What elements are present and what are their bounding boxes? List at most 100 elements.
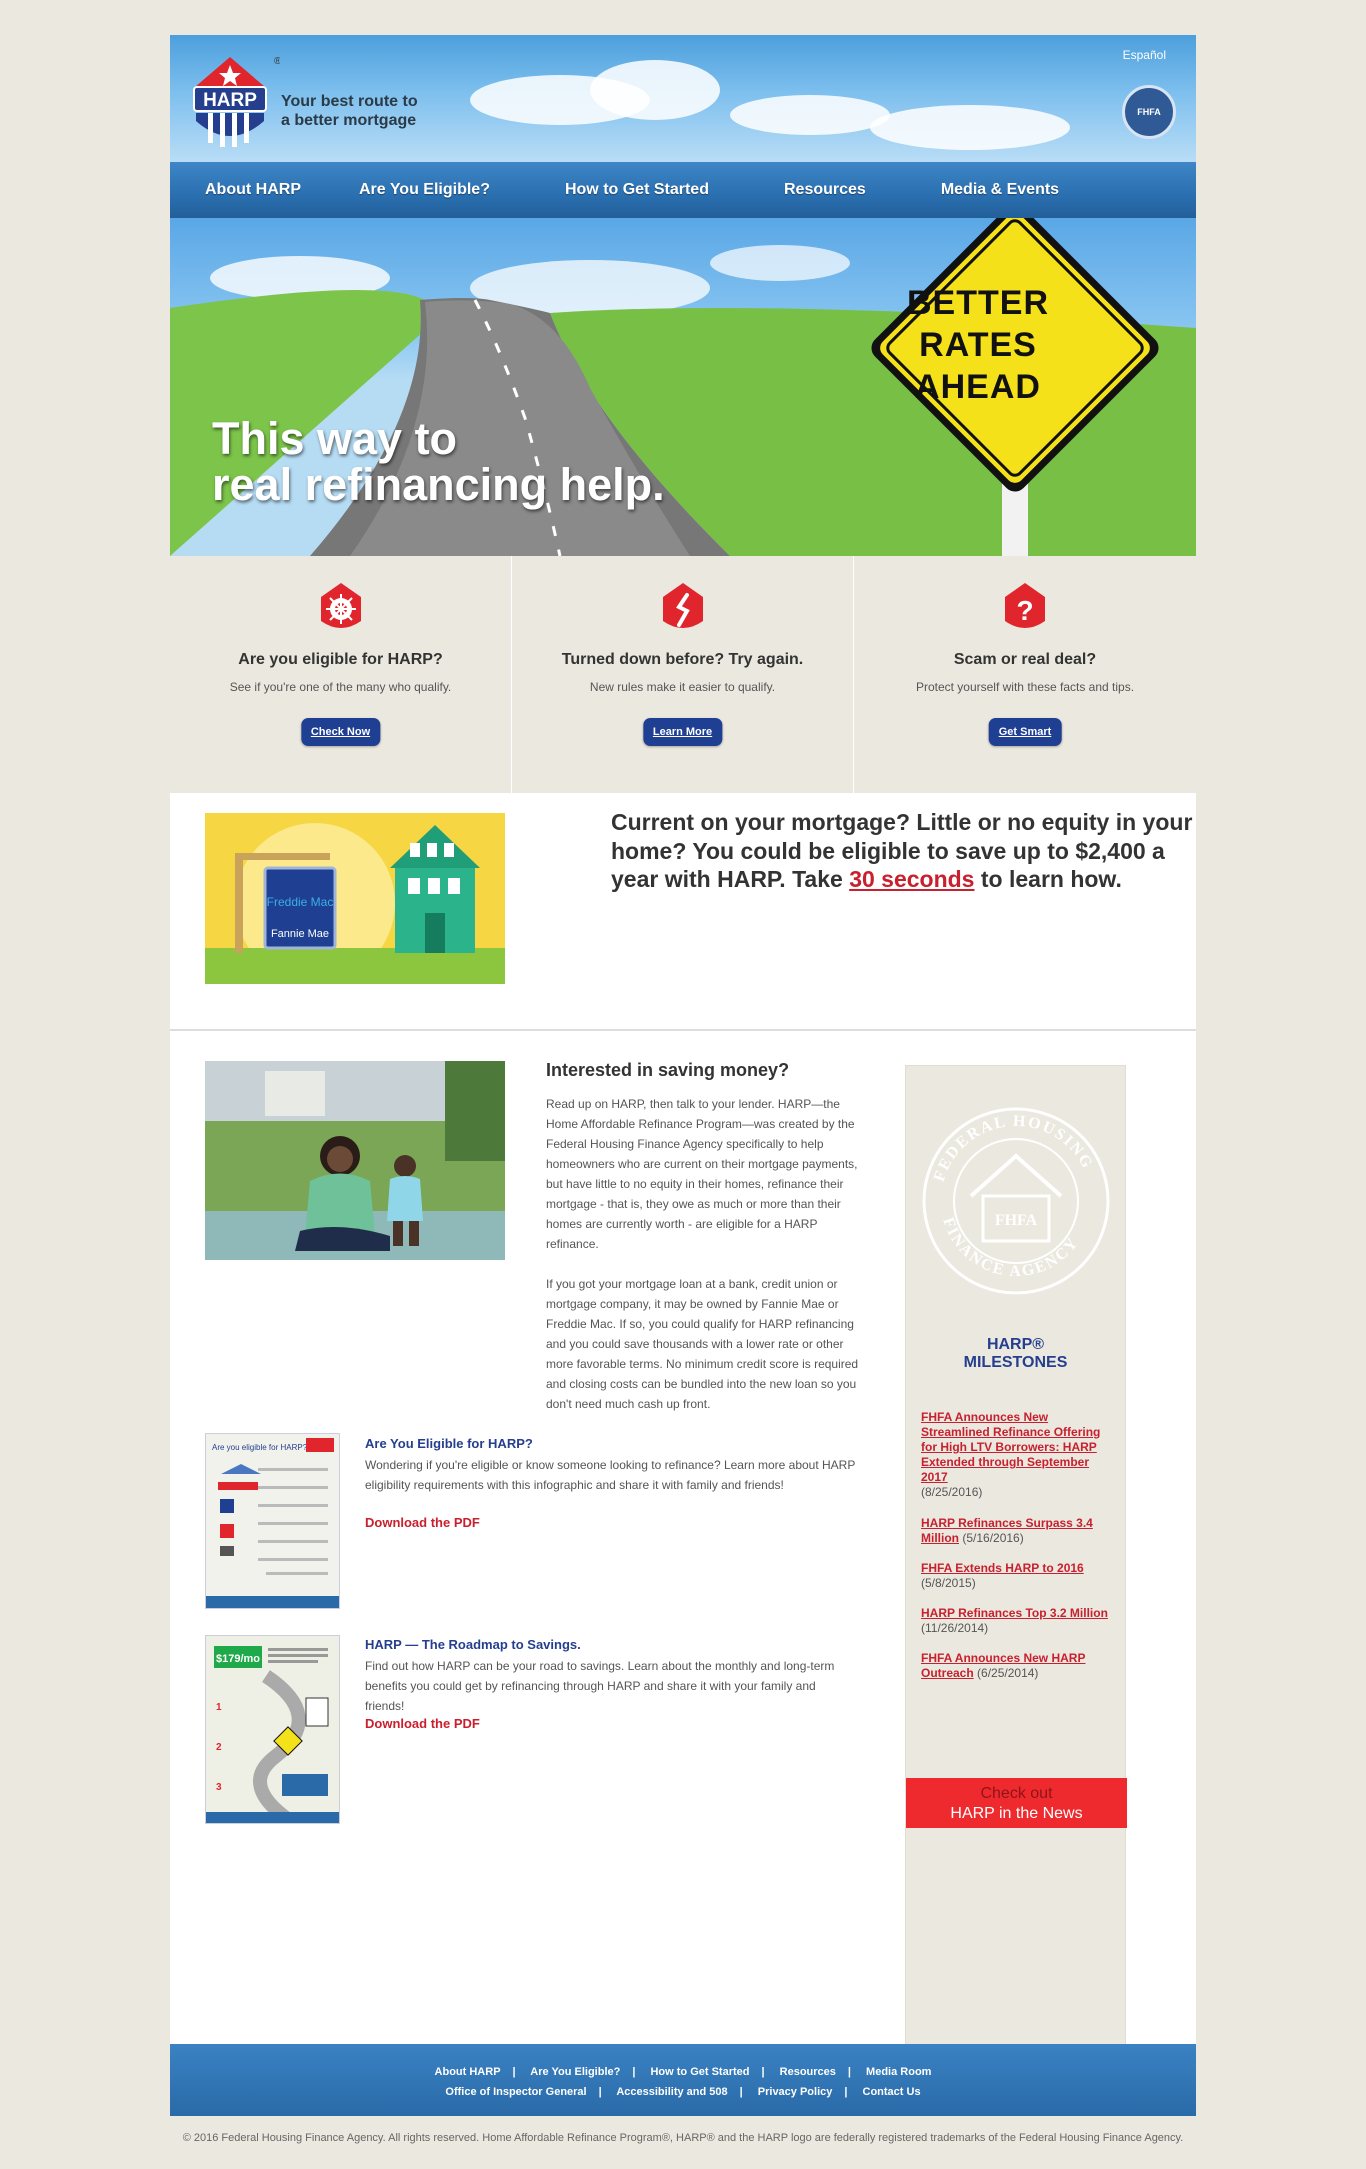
hero-headline: This way to real refinancing help. (212, 416, 665, 508)
feature-scam: ? Scam or real deal? Protect yourself wi… (854, 556, 1196, 793)
sign-line2: RATES (919, 326, 1037, 364)
feature-turned-down: Turned down before? Try again. New rules… (512, 556, 854, 793)
promo-text-after: to learn how. (974, 866, 1122, 892)
milestones-title-line1: HARP® (986, 1336, 1045, 1353)
footer-link-contact-us[interactable]: Contact Us (863, 2086, 921, 2098)
main-paragraph-1: Read up on HARP, then talk to your lende… (546, 1097, 858, 1251)
main-nav: About HARP Are You Eligible? How to Get … (170, 162, 1196, 218)
milestone-link[interactable]: FHFA Extends HARP to 2016 (921, 1561, 1084, 1575)
nav-media-events[interactable]: Media & Events (941, 181, 1059, 199)
learn-more-button[interactable]: Learn More (642, 718, 723, 746)
dollar-icon (662, 583, 703, 628)
site-header: HARP ® Your best route to a better mortg… (170, 35, 1196, 162)
tagline-line1: Your best route to (281, 93, 418, 110)
svg-text:2: 2 (216, 1742, 222, 1753)
roadmap-infographic-thumbnail[interactable]: $179/mo 1 2 3 (205, 1635, 340, 1824)
milestones-title: HARP® MILESTONES (906, 1336, 1125, 1372)
footer-link-are-you-eligible[interactable]: Are You Eligible? (530, 2066, 620, 2078)
mother-baby-photo (205, 1061, 505, 1260)
news-button-line2: HARP in the News (950, 1805, 1083, 1822)
logo-text: HARP (203, 90, 257, 111)
milestone-item: FHFA Extends HARP to 2016 (5/8/2015) (921, 1561, 1116, 1591)
milestone-date: (5/8/2015) (921, 1576, 976, 1590)
footer-link-privacy-policy[interactable]: Privacy Policy (758, 2086, 833, 2098)
main-paragraph-2: If you got your mortgage loan at a bank,… (546, 1277, 859, 1411)
eligibility-doc-description: Wondering if you're eligible or know som… (365, 1458, 856, 1492)
milestone-item: HARP Refinances Top 3.2 Million (11/26/2… (921, 1606, 1116, 1636)
feature-description: New rules make it easier to qualify. (589, 680, 776, 694)
footer-row-2: Office of Inspector General | Accessibili… (445, 2086, 921, 2098)
feature-description: Protect yourself with these facts and ti… (915, 680, 1135, 694)
question-icon: ? (1005, 583, 1045, 628)
thirty-seconds-link[interactable]: 30 seconds (849, 866, 974, 892)
milestone-date: (6/25/2014) (977, 1666, 1039, 1680)
feature-title: Scam or real deal? (953, 651, 1097, 668)
svg-text:1: 1 (216, 1702, 222, 1713)
hero-banner[interactable]: BETTER RATES AHEAD This way to real refi… (170, 218, 1196, 556)
footer-link-resources[interactable]: Resources (780, 2066, 836, 2078)
nav-are-you-eligible[interactable]: Are You Eligible? (359, 181, 490, 199)
footer-link-about-harp[interactable]: About HARP (435, 2066, 501, 2078)
promo-text: Current on your mortgage? Little or no e… (611, 808, 1196, 894)
promo-house-illustration[interactable]: Freddie Mac Fannie Mae (205, 813, 505, 984)
fhfa-seal-icon: FHFA FEDERAL HOUSING FINANCE AGENCY (922, 1107, 1110, 1295)
header-tagline: Your best route to a better mortgage (281, 92, 418, 130)
eligibility-doc-title[interactable]: Are You Eligible for HARP? (365, 1436, 533, 1451)
milestone-date: (11/26/2014) (921, 1621, 989, 1635)
feature-title: Are you eligible for HARP? (238, 651, 443, 668)
check-now-button[interactable]: Check Now (300, 718, 381, 746)
footer-link-accessibility[interactable]: Accessibility and 508 (616, 2086, 727, 2098)
nav-about-harp[interactable]: About HARP (205, 181, 301, 199)
feature-description: See if you're one of the many who qualif… (229, 680, 452, 694)
sunburst-icon (320, 583, 361, 628)
svg-text:®: ® (274, 56, 280, 67)
fannie-mae-sign: Fannie Mae (271, 928, 329, 940)
news-button-line1: Check out (980, 1785, 1053, 1802)
footer-link-inspector-general[interactable]: Office of Inspector General (445, 2086, 586, 2098)
thumb-heading: Are you eligible for HARP? (212, 1443, 308, 1452)
eligibility-infographic-thumbnail[interactable]: Are you eligible for HARP? (205, 1433, 340, 1609)
feature-strip: Are you eligible for HARP? See if you're… (170, 556, 1196, 793)
seal-label: FHFA (995, 1212, 1038, 1229)
sign-line1: BETTER (907, 284, 1049, 322)
milestone-item: HARP Refinances Surpass 3.4 Million (5/1… (921, 1516, 1116, 1546)
better-rates-sign: BETTER RATES AHEAD (898, 282, 1058, 408)
roadmap-doc-title[interactable]: HARP — The Roadmap to Savings. (365, 1637, 581, 1652)
page-container: HARP ® Your best route to a better mortg… (170, 35, 1196, 2116)
hero-headline-line2: real refinancing help. (212, 459, 665, 510)
espanol-link[interactable]: Español (1123, 48, 1166, 62)
footer-link-how-to-get-started[interactable]: How to Get Started (650, 2066, 749, 2078)
feature-title: Turned down before? Try again. (561, 651, 804, 668)
footer-link-media-room[interactable]: Media Room (866, 2066, 931, 2078)
fhfa-seal-icon[interactable]: FHFA (1122, 85, 1176, 139)
get-smart-button[interactable]: Get Smart (988, 718, 1062, 746)
milestone-date: (8/25/2016) (921, 1485, 983, 1499)
tagline-line2: a better mortgage (281, 112, 417, 129)
footer-row-1: About HARP | Are You Eligible? | How to Ge… (434, 2066, 932, 2078)
milestone-item: FHFA Announces New HARP Outreach (6/25/2… (921, 1651, 1116, 1681)
milestones-title-line2: MILESTONES (963, 1354, 1068, 1371)
milestone-link[interactable]: HARP Refinances Top 3.2 Million (921, 1606, 1108, 1620)
svg-text:?: ? (1016, 595, 1033, 626)
harp-in-the-news-button[interactable]: Check out HARP in the News (906, 1778, 1127, 1828)
svg-text:3: 3 (216, 1782, 222, 1793)
download-pdf-link[interactable]: Download the PDF (365, 1515, 480, 1530)
milestone-date: (5/16/2016) (962, 1531, 1024, 1545)
section-divider (170, 1029, 1196, 1031)
milestones-sidebar: FHFA FEDERAL HOUSING FINANCE AGENCY HARP… (905, 1065, 1127, 2047)
thumb-heading: $179/mo (216, 1653, 260, 1665)
roadmap-doc-description: Find out how HARP can be your road to sa… (365, 1659, 835, 1713)
freddie-mac-sign: Freddie Mac (267, 895, 334, 909)
download-pdf-link[interactable]: Download the PDF (365, 1716, 480, 1731)
sign-line3: AHEAD (915, 368, 1041, 406)
feature-eligible: Are you eligible for HARP? See if you're… (170, 556, 512, 793)
site-footer: About HARP | Are You Eligible? | How to Ge… (170, 2044, 1196, 2116)
main-title: Interested in saving money? (546, 1060, 790, 1080)
nav-how-to-get-started[interactable]: How to Get Started (565, 181, 709, 199)
milestone-item: FHFA Announces New Streamlined Refinance… (921, 1410, 1116, 1500)
copyright-text: © 2016 Federal Housing Finance Agency. A… (182, 2132, 1184, 2144)
nav-resources[interactable]: Resources (784, 181, 866, 199)
milestone-link[interactable]: FHFA Announces New Streamlined Refinance… (921, 1410, 1100, 1484)
hero-headline-line1: This way to (212, 413, 458, 464)
harp-logo[interactable]: HARP ® (190, 51, 282, 151)
